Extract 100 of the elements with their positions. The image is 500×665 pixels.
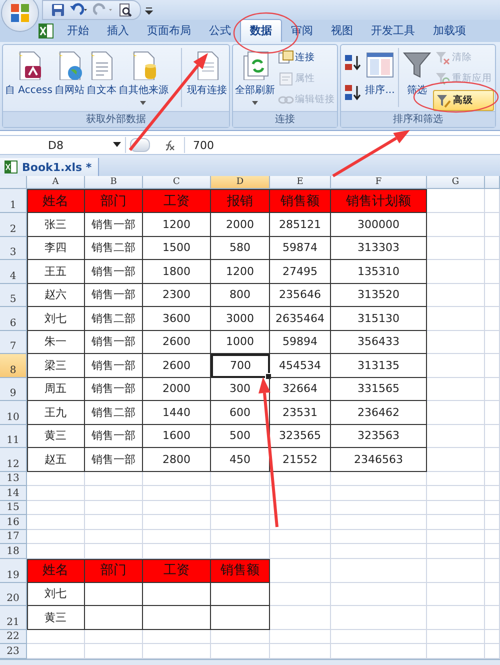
empty-cell[interactable]: [331, 558, 427, 582]
empty-cell[interactable]: [485, 630, 500, 644]
empty-cell[interactable]: [85, 515, 143, 530]
table-cell[interactable]: 323563: [331, 424, 427, 448]
empty-cell[interactable]: [143, 500, 211, 515]
ribbon-tab[interactable]: 视图: [322, 20, 362, 42]
row-header[interactable]: 21: [0, 606, 27, 630]
table-cell[interactable]: 450: [211, 448, 270, 472]
table-cell[interactable]: 朱一: [27, 330, 85, 354]
table-cell[interactable]: 销售一部: [85, 330, 143, 354]
table-cell[interactable]: 27495: [270, 260, 331, 284]
empty-cell[interactable]: [485, 558, 500, 582]
empty-cell[interactable]: [270, 500, 331, 515]
table-cell[interactable]: 32664: [270, 378, 331, 401]
empty-cell[interactable]: [485, 330, 500, 354]
ribbon-tab[interactable]: 开发工具: [362, 20, 424, 42]
table-cell[interactable]: [143, 582, 211, 606]
empty-cell[interactable]: [331, 472, 427, 486]
empty-cell[interactable]: [485, 500, 500, 515]
empty-cell[interactable]: [270, 630, 331, 644]
table-cell[interactable]: 2600: [143, 330, 211, 354]
table-cell[interactable]: 销售一部: [85, 424, 143, 448]
table-cell[interactable]: 销售一部: [85, 213, 143, 236]
header-cell[interactable]: 姓名: [27, 558, 85, 582]
table-cell[interactable]: 315130: [331, 307, 427, 330]
table-cell[interactable]: 1800: [143, 260, 211, 284]
row-header[interactable]: 12: [0, 448, 27, 472]
ribbon-button[interactable]: 自文本: [85, 48, 118, 99]
table-cell[interactable]: 黄三: [27, 606, 85, 630]
row-header[interactable]: 20: [0, 582, 27, 606]
empty-cell[interactable]: [485, 582, 500, 606]
empty-cell[interactable]: [331, 486, 427, 500]
table-cell[interactable]: 1200: [143, 213, 211, 236]
row-header[interactable]: 2: [0, 213, 27, 236]
table-cell[interactable]: 刘七: [27, 582, 85, 606]
table-cell[interactable]: 1000: [211, 330, 270, 354]
column-header[interactable]: G: [427, 176, 485, 189]
empty-cell[interactable]: [331, 582, 427, 606]
table-cell[interactable]: 800: [211, 284, 270, 307]
table-cell[interactable]: 2000: [211, 213, 270, 236]
table-cell[interactable]: 销售二部: [85, 307, 143, 330]
empty-cell[interactable]: [485, 530, 500, 544]
header-cell[interactable]: 工资: [143, 189, 211, 213]
table-cell[interactable]: 600: [211, 401, 270, 424]
empty-cell[interactable]: [85, 630, 143, 644]
table-cell[interactable]: 135310: [331, 260, 427, 284]
row-header[interactable]: 14: [0, 486, 27, 500]
row-header[interactable]: 6: [0, 307, 27, 330]
empty-cell[interactable]: [143, 630, 211, 644]
table-cell[interactable]: 销售一部: [85, 284, 143, 307]
ribbon-button[interactable]: 高级: [433, 90, 494, 111]
empty-cell[interactable]: [427, 213, 485, 236]
row-header[interactable]: 10: [0, 401, 27, 424]
empty-cell[interactable]: [427, 606, 485, 630]
table-cell[interactable]: 235646: [270, 284, 331, 307]
empty-cell[interactable]: [427, 530, 485, 544]
table-cell[interactable]: 3000: [211, 307, 270, 330]
table-cell[interactable]: 1500: [143, 236, 211, 260]
empty-cell[interactable]: [427, 260, 485, 284]
empty-cell[interactable]: [485, 472, 500, 486]
table-cell[interactable]: [85, 606, 143, 630]
empty-cell[interactable]: [211, 530, 270, 544]
table-cell[interactable]: 500: [211, 424, 270, 448]
empty-cell[interactable]: [270, 486, 331, 500]
empty-cell[interactable]: [485, 606, 500, 630]
table-cell[interactable]: 2600: [143, 354, 211, 378]
ribbon-tab[interactable]: 加载项: [424, 20, 475, 42]
empty-cell[interactable]: [485, 515, 500, 530]
table-cell[interactable]: 销售二部: [85, 401, 143, 424]
table-cell[interactable]: [211, 606, 270, 630]
empty-cell[interactable]: [211, 486, 270, 500]
empty-cell[interactable]: [427, 378, 485, 401]
empty-cell[interactable]: [85, 486, 143, 500]
ribbon-button[interactable]: 自其他来源: [117, 48, 170, 108]
empty-cell[interactable]: [85, 472, 143, 486]
ribbon-tab[interactable]: 页面布局: [138, 20, 200, 42]
row-header[interactable]: 9: [0, 378, 27, 401]
empty-cell[interactable]: [485, 401, 500, 424]
table-cell[interactable]: 2300: [143, 284, 211, 307]
empty-cell[interactable]: [331, 606, 427, 630]
row-header[interactable]: 8: [0, 354, 27, 378]
empty-cell[interactable]: [85, 500, 143, 515]
ribbon-button[interactable]: 连接: [276, 48, 337, 67]
empty-cell[interactable]: [427, 630, 485, 644]
empty-cell[interactable]: [485, 213, 500, 236]
empty-cell[interactable]: [427, 582, 485, 606]
table-cell[interactable]: 1600: [143, 424, 211, 448]
empty-cell[interactable]: [331, 544, 427, 558]
empty-cell[interactable]: [211, 472, 270, 486]
empty-cell[interactable]: [427, 472, 485, 486]
fill-handle[interactable]: [265, 372, 272, 380]
name-box[interactable]: D8: [0, 137, 126, 153]
table-cell[interactable]: 323565: [270, 424, 331, 448]
ribbon-button[interactable]: 自网站: [53, 48, 86, 99]
row-header[interactable]: 13: [0, 472, 27, 486]
empty-cell[interactable]: [143, 472, 211, 486]
header-cell[interactable]: 销售额: [270, 189, 331, 213]
column-header[interactable]: A: [27, 176, 85, 189]
row-header[interactable]: 7: [0, 330, 27, 354]
header-cell[interactable]: 工资: [143, 558, 211, 582]
